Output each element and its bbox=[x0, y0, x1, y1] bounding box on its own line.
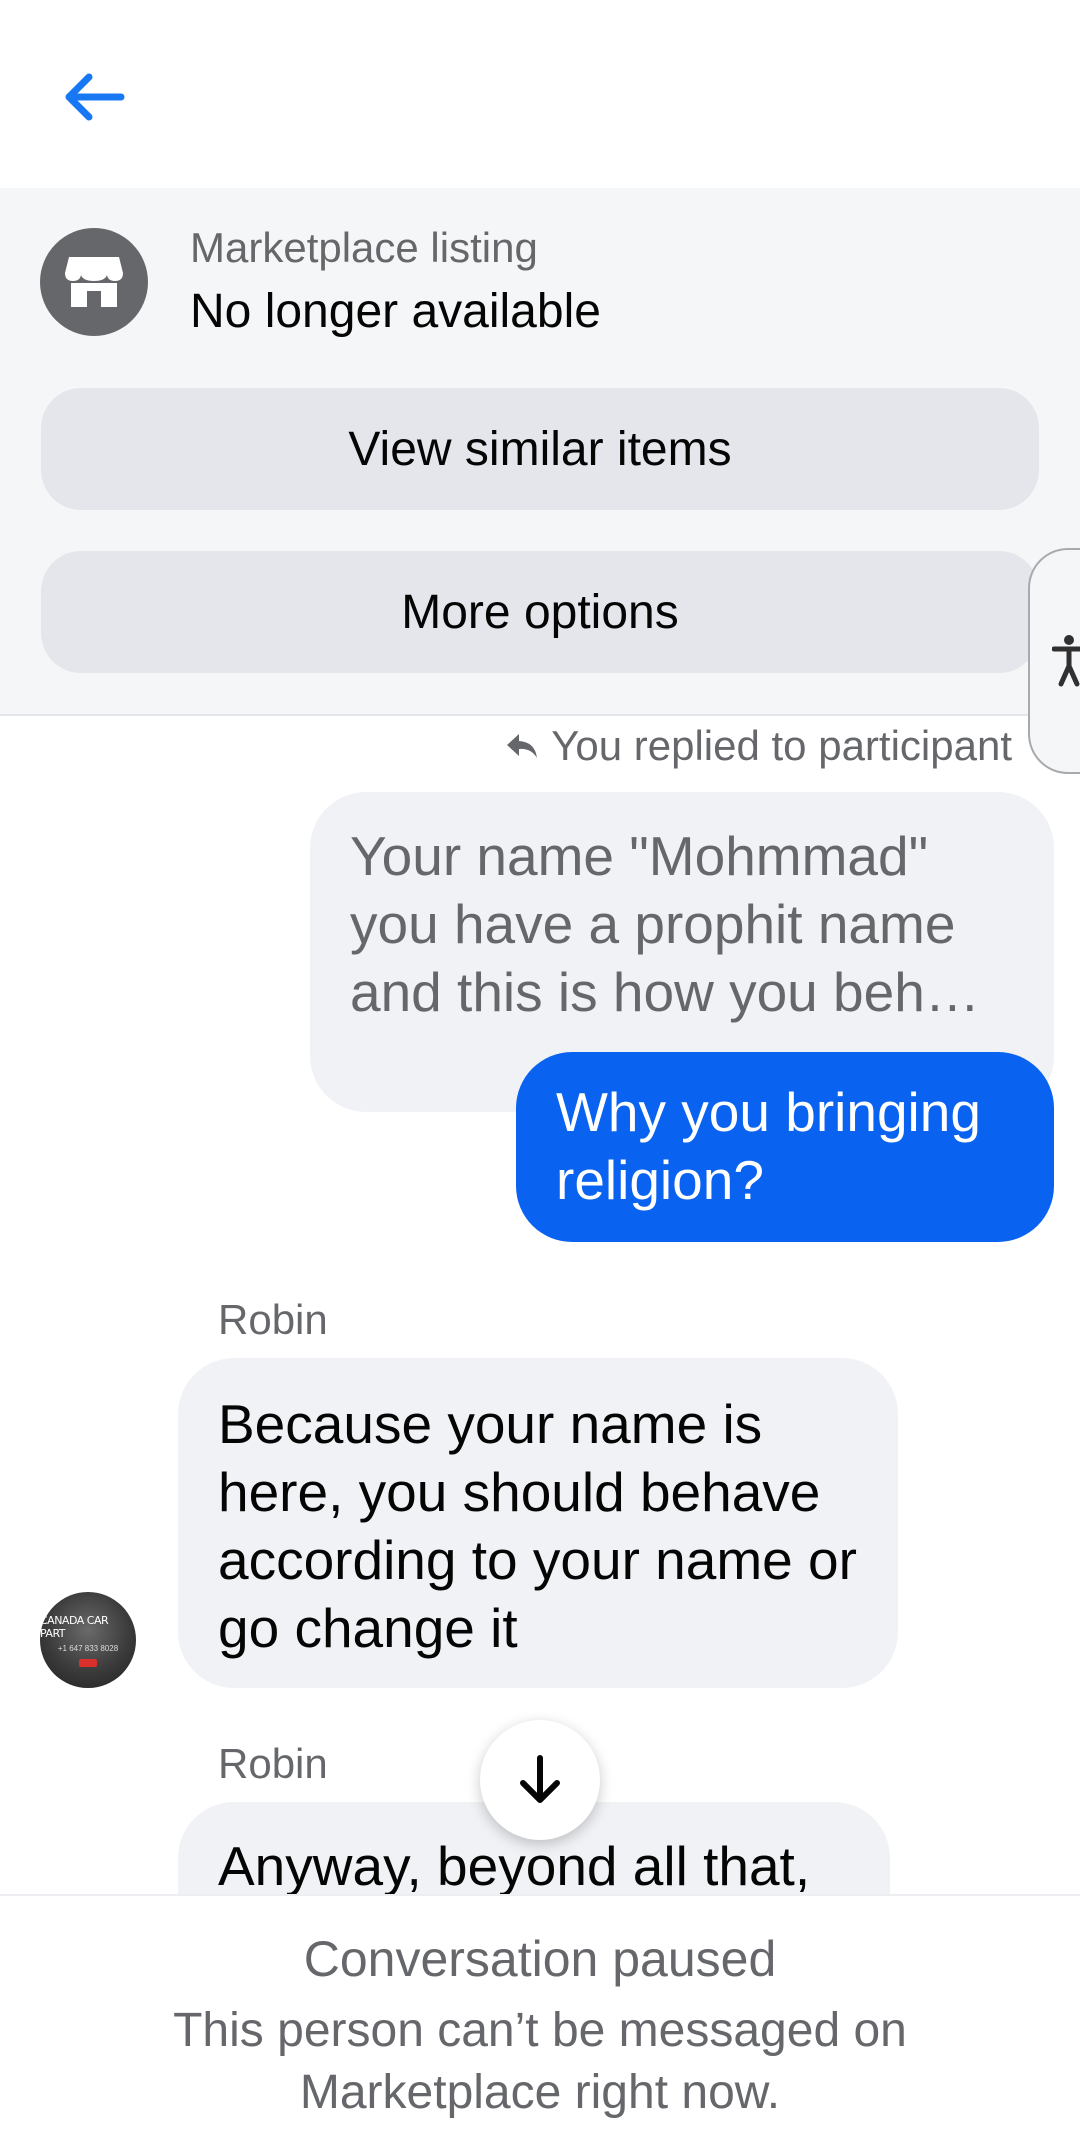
paused-body: This person can’t be messaged on Marketp… bbox=[173, 2004, 907, 2119]
accessibility-tab[interactable] bbox=[1028, 548, 1080, 774]
listing-kicker: Marketplace listing bbox=[190, 224, 538, 271]
reply-indicator: You replied to participant bbox=[505, 722, 1012, 770]
arrow-left-icon bbox=[65, 73, 125, 121]
conversation-paused-footer: Conversation paused This person can’t be… bbox=[0, 1894, 1080, 2150]
avatar-logo-text: CANADA CAR PART bbox=[40, 1613, 109, 1640]
avatar[interactable]: CANADA CAR PART +1 647 833 8028 bbox=[40, 1592, 136, 1688]
reply-note-text: You replied to participant bbox=[551, 722, 1012, 769]
scroll-to-bottom-button[interactable] bbox=[480, 1720, 600, 1840]
top-bar bbox=[0, 0, 1080, 188]
arrow-down-icon bbox=[520, 1755, 560, 1803]
view-similar-items-button[interactable]: View similar items bbox=[41, 388, 1039, 510]
incoming-message-text: Anyway, beyond all that, bbox=[218, 1835, 811, 1897]
incoming-message-bubble[interactable]: Because your name is here, you should be… bbox=[178, 1358, 898, 1688]
paused-title: Conversation paused bbox=[303, 1931, 777, 1987]
avatar-phone-text: +1 647 833 8028 bbox=[57, 1643, 119, 1653]
sender-name: Robin bbox=[218, 1296, 328, 1343]
outgoing-message-text: Why you bringing religion? bbox=[556, 1081, 981, 1211]
back-button[interactable] bbox=[50, 62, 136, 132]
storefront-icon bbox=[40, 228, 148, 336]
sender-name: Robin bbox=[218, 1740, 328, 1787]
outgoing-message-bubble[interactable]: Why you bringing religion? bbox=[516, 1052, 1054, 1242]
listing-status: No longer available bbox=[190, 285, 601, 338]
avatar-badge bbox=[79, 1658, 97, 1667]
accessibility-person-icon bbox=[1052, 635, 1080, 687]
reply-arrow-icon bbox=[507, 734, 538, 758]
quoted-message-text: Your name "Mohmmad" you have a prophit n… bbox=[350, 825, 980, 1023]
more-options-button[interactable]: More options bbox=[41, 551, 1039, 673]
incoming-message-text: Because your name is here, you should be… bbox=[218, 1393, 857, 1659]
